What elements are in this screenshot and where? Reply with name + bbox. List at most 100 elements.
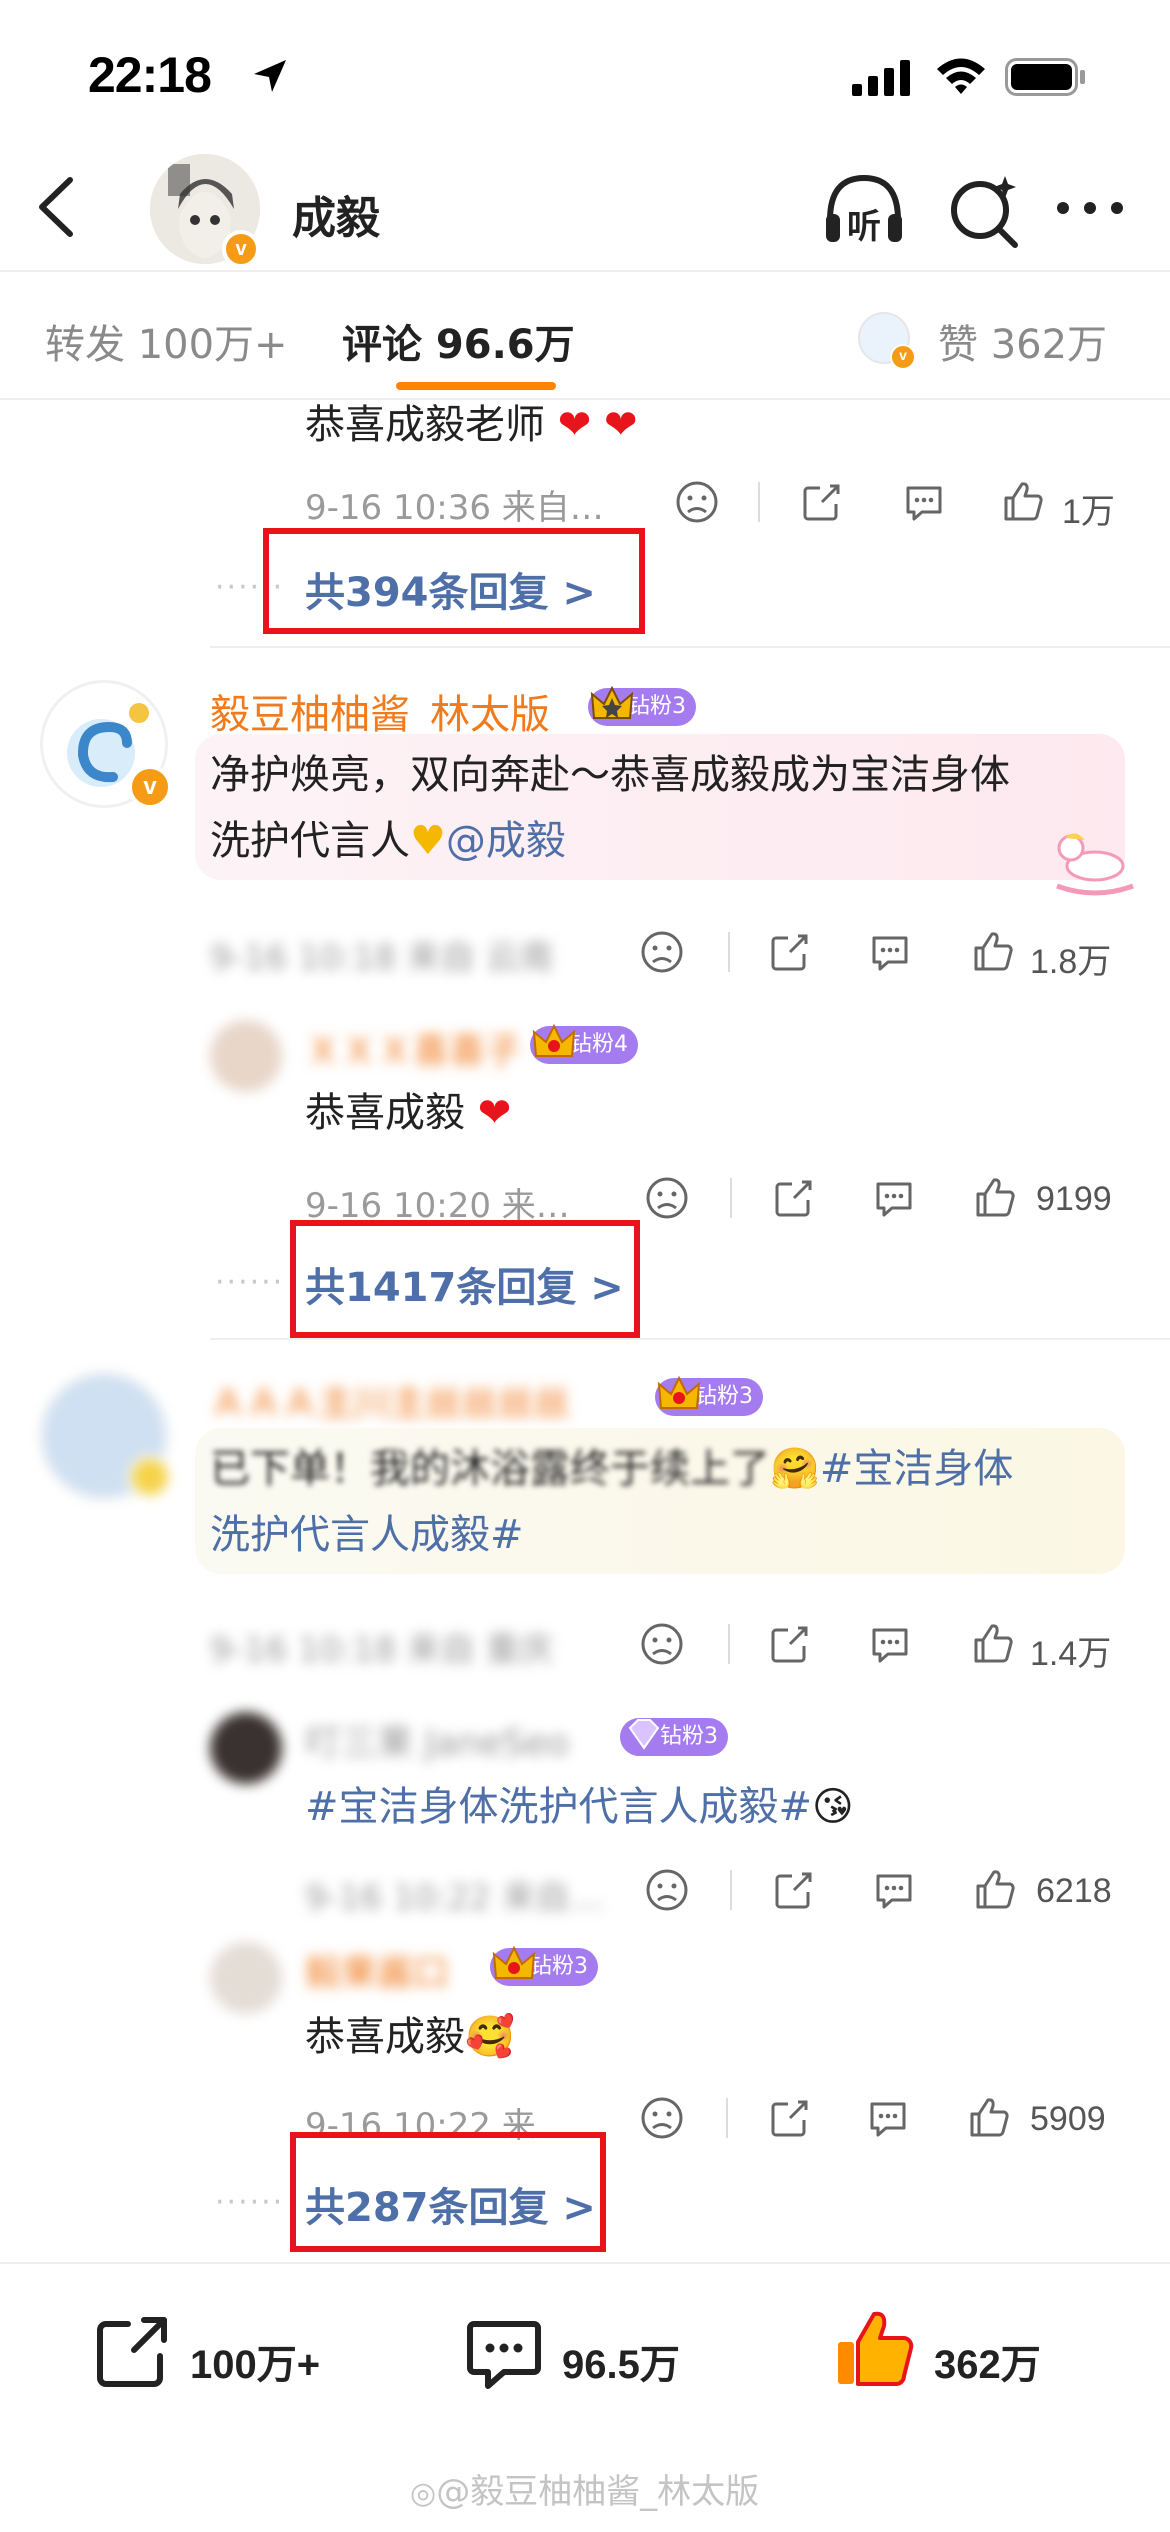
comment-text-line: 净护焕亮，双向奔赴～恭喜成毅成为宝洁身体 bbox=[210, 752, 1010, 798]
share-icon[interactable] bbox=[772, 1868, 816, 1912]
kiss-emoji-icon: 😘 bbox=[812, 1784, 854, 1830]
listen-headphones-icon[interactable]: 听 bbox=[822, 170, 906, 250]
replier-avatar[interactable] bbox=[210, 1020, 282, 1092]
share-icon[interactable] bbox=[768, 1622, 812, 1666]
comment-icon[interactable] bbox=[872, 1868, 916, 1912]
commenter-username[interactable]: 毅豆柚柚酱_林太版 bbox=[210, 682, 550, 740]
reply-text: #宝洁身体洗护代言人成毅#😘 bbox=[305, 1774, 854, 1840]
diamond-icon bbox=[628, 1719, 660, 1750]
thumbs-up-icon[interactable] bbox=[972, 1174, 1018, 1220]
highlight-box bbox=[263, 528, 645, 634]
battery-icon bbox=[1005, 58, 1085, 96]
divider bbox=[730, 1178, 732, 1218]
thumbs-up-icon[interactable] bbox=[970, 928, 1016, 974]
comment-icon[interactable] bbox=[868, 1622, 912, 1666]
verified-badge bbox=[128, 1455, 172, 1499]
crown-icon bbox=[657, 1375, 701, 1409]
fan-level-text: 钻粉3 bbox=[628, 694, 686, 719]
cellular-signal-icon bbox=[852, 60, 910, 96]
replier-avatar[interactable] bbox=[210, 1942, 282, 2014]
nav-title: 成毅 bbox=[292, 193, 380, 244]
like-count: 1.4万 bbox=[1030, 1635, 1112, 1673]
watermark-text: @毅豆柚柚酱_林太版 bbox=[436, 2472, 760, 2512]
comment-icon[interactable] bbox=[902, 480, 946, 524]
share-icon[interactable] bbox=[772, 1176, 816, 1220]
mention-link[interactable]: @成毅 bbox=[446, 818, 566, 864]
commenter-username[interactable]: ＡＡＡ主川主丝丝丝丝 bbox=[210, 1374, 570, 1426]
sad-face-icon[interactable] bbox=[640, 2096, 684, 2140]
comment-icon[interactable] bbox=[464, 2312, 544, 2392]
comment-text-line: 洗护代言人 bbox=[210, 818, 410, 864]
sad-face-icon[interactable] bbox=[640, 930, 684, 974]
verified-badge: v bbox=[128, 765, 172, 809]
comment-icon[interactable] bbox=[872, 1176, 916, 1220]
repost-count: 100万+ bbox=[190, 2343, 321, 2387]
rocking-horse-sticker-icon bbox=[1056, 833, 1134, 896]
listen-label: 听 bbox=[847, 207, 881, 247]
red-heart-icon: ❤ bbox=[557, 402, 592, 448]
replier-avatar[interactable] bbox=[210, 1712, 282, 1784]
topic-link[interactable]: #宝洁身体 bbox=[820, 1446, 1014, 1492]
divider bbox=[728, 1624, 730, 1664]
topic-link[interactable]: 洗护代言人成毅# bbox=[210, 1502, 1013, 1568]
red-heart-icon: ❤ bbox=[603, 402, 638, 448]
status-bar: 22:18 bbox=[0, 0, 1170, 150]
reply-text: 恭喜成毅🥰 bbox=[305, 2004, 515, 2070]
sad-face-icon[interactable] bbox=[640, 1622, 684, 1666]
highlight-box bbox=[290, 2132, 606, 2252]
highlight-box bbox=[290, 1220, 640, 1338]
like-count: 6218 bbox=[1036, 1872, 1112, 1910]
verified-badge: v bbox=[890, 344, 916, 370]
tab-comments[interactable]: 评论 96.6万 bbox=[342, 312, 575, 370]
sad-face-icon[interactable] bbox=[675, 480, 719, 524]
comment-divider bbox=[210, 646, 1170, 648]
red-heart-icon: ❤ bbox=[477, 1090, 512, 1136]
weibo-logo-icon: ◎ bbox=[410, 2476, 437, 2511]
divider bbox=[758, 482, 760, 522]
comment-meta: 9-16 10:18 来自 云南 bbox=[210, 938, 554, 978]
share-icon[interactable] bbox=[768, 2096, 812, 2140]
bottom-action-bar: 100万+ 96.5万 362万 ◎@毅豆柚柚酱_林太版 bbox=[0, 2262, 1170, 2532]
replier-username[interactable]: 毅果酱口 bbox=[305, 1944, 449, 1996]
sad-face-icon[interactable] bbox=[645, 1868, 689, 1912]
replier-username[interactable]: ＸＸＸ喜喜子 bbox=[305, 1022, 521, 1074]
tab-bar: 转发 100万+ 评论 96.6万 v 赞 362万 bbox=[0, 270, 1170, 400]
fan-level-text: 钻粉3 bbox=[695, 1384, 753, 1409]
topic-link[interactable]: #宝洁身体洗护代言人成毅# bbox=[305, 1784, 812, 1830]
share-icon[interactable] bbox=[768, 930, 812, 974]
hug-emoji-icon: 🤗 bbox=[770, 1446, 820, 1492]
repost-icon[interactable] bbox=[92, 2312, 172, 2392]
back-arrow-icon[interactable] bbox=[30, 172, 90, 242]
share-icon[interactable] bbox=[800, 480, 844, 524]
tab-repost[interactable]: 转发 100万+ bbox=[45, 312, 288, 370]
thumbs-up-filled-icon[interactable] bbox=[832, 2306, 918, 2392]
reply-meta: 9-16 10:22 来自… bbox=[305, 1870, 604, 1919]
like-count: 5909 bbox=[1030, 2100, 1106, 2138]
comment-icon[interactable] bbox=[868, 930, 912, 974]
comment-text-content: 恭喜成毅老师 bbox=[305, 402, 545, 448]
reply-text: 恭喜成毅 ❤ bbox=[305, 1080, 511, 1146]
comment-meta: 9-16 10:18 来自 重庆 bbox=[210, 1630, 554, 1670]
location-arrow-icon bbox=[254, 60, 286, 92]
nav-bar: v 成毅 听 bbox=[0, 150, 1170, 270]
fan-level-text: 钻粉4 bbox=[570, 1032, 628, 1057]
fan-level-badge: 钻粉3 bbox=[620, 1718, 728, 1756]
like-count: 1.8万 bbox=[1030, 943, 1112, 981]
comment-count: 96.5万 bbox=[562, 2343, 680, 2387]
reply-text-content: 恭喜成毅 bbox=[305, 1090, 465, 1136]
search-icon[interactable] bbox=[945, 172, 1025, 252]
comment-text-line: 已下单！我的沐浴露终于续上了 bbox=[210, 1446, 770, 1492]
thumbs-up-icon[interactable] bbox=[972, 1866, 1018, 1912]
more-options-icon[interactable] bbox=[1055, 198, 1125, 218]
thumbs-up-icon[interactable] bbox=[1000, 478, 1046, 524]
reply-text-content: 恭喜成毅 bbox=[305, 2014, 465, 2060]
sad-face-icon[interactable] bbox=[645, 1176, 689, 1220]
thumbs-up-icon[interactable] bbox=[966, 2094, 1012, 2140]
thumbs-up-icon[interactable] bbox=[970, 1620, 1016, 1666]
divider bbox=[730, 1870, 732, 1910]
hearts-face-emoji-icon: 🥰 bbox=[465, 2014, 515, 2060]
tab-likes[interactable]: 赞 362万 bbox=[938, 312, 1107, 370]
replier-username[interactable]: 叮三果 JaneSeo bbox=[305, 1714, 569, 1766]
comment-icon[interactable] bbox=[866, 2096, 910, 2140]
comment-text: 已下单！我的沐浴露终于续上了🤗#宝洁身体 洗护代言人成毅# bbox=[210, 1436, 1013, 1568]
